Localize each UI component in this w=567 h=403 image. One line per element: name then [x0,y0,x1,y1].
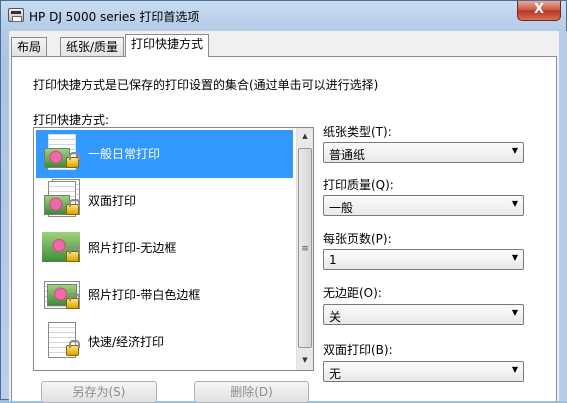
shortcut-label: 双面打印 [88,194,137,208]
duplex-document-lock-icon [42,179,82,221]
list-item[interactable]: 照片打印-无边框 [36,224,293,272]
window-frame-edge [559,31,567,401]
paper-type-select[interactable]: 普通纸 ▼ [323,142,524,163]
tab-paper-quality[interactable]: 纸张/质量 [60,37,125,56]
window-title: HP DJ 5000 series 打印首选项 [29,10,200,24]
borderless-photo-lock-icon [42,228,82,268]
duplex-select[interactable]: 无 ▼ [323,361,524,382]
dialog-body: 布局 纸张/质量 打印快捷方式 打印快捷方式是已保存的打印设置的集合(通过单击可… [9,31,559,403]
paper-type-value: 普通纸 [329,148,366,162]
document-photo-lock-icon [42,134,82,174]
document-lock-icon [42,322,82,362]
printer-icon [8,8,24,22]
scroll-up-arrow-icon[interactable]: ▲ [297,128,313,145]
chevron-down-icon: ▼ [511,199,518,208]
tab-printing-shortcuts[interactable]: 打印快捷方式 [125,34,210,57]
bordered-photo-lock-icon [42,275,82,315]
pages-per-sheet-label: 每张页数(P): [323,232,392,246]
shortcuts-description: 打印快捷方式是已保存的打印设置的集合(通过单击可以进行选择) [33,78,379,92]
scroll-thumb[interactable]: ≡ [298,148,312,348]
print-quality-label: 打印质量(Q): [323,178,394,192]
shortcuts-list-label: 打印快捷方式: [33,113,110,127]
close-button[interactable]: X [517,1,561,21]
pages-per-sheet-value: 1 [329,253,337,267]
print-quality-value: 一般 [329,201,354,215]
list-scrollbar[interactable]: ▲ ≡ ▼ [296,128,313,370]
pages-per-sheet-select[interactable]: 1 ▼ [323,249,524,270]
duplex-value: 无 [329,367,342,381]
borderless-select[interactable]: 关 ▼ [323,304,524,325]
list-item[interactable]: 快速/经济打印 [36,318,293,366]
tab-strip: 布局 纸张/质量 打印快捷方式 [9,31,559,57]
list-item[interactable]: 双面打印 [36,177,293,225]
shortcuts-list[interactable]: 一般日常打印 双面打印 照片打印-无边框 照片打印-带白色边框 快速/经济打印 … [33,127,314,371]
list-item[interactable]: 一般日常打印 [36,130,293,178]
chevron-down-icon: ▼ [511,146,518,155]
shortcut-label: 一般日常打印 [88,147,161,161]
shortcut-label: 快速/经济打印 [88,335,165,349]
title-bar[interactable]: HP DJ 5000 series 打印首选项 X [1,1,566,31]
shortcut-label: 照片打印-带白色边框 [88,288,201,302]
tab-layout[interactable]: 布局 [11,37,48,56]
chevron-down-icon: ▼ [511,365,518,374]
borderless-label: 无边距(O): [323,286,382,300]
printing-preferences-window: HP DJ 5000 series 打印首选项 X 布局 纸张/质量 打印快捷方… [0,0,567,403]
chevron-down-icon: ▼ [511,308,518,317]
duplex-label: 双面打印(B): [323,343,393,357]
scroll-down-arrow-icon[interactable]: ▼ [297,352,313,369]
print-quality-select[interactable]: 一般 ▼ [323,195,524,216]
shortcut-label: 照片打印-无边框 [88,241,177,255]
paper-type-label: 纸张类型(T): [323,125,392,139]
chevron-down-icon: ▼ [511,253,518,262]
list-item[interactable]: 照片打印-带白色边框 [36,271,293,319]
borderless-value: 关 [329,310,342,324]
